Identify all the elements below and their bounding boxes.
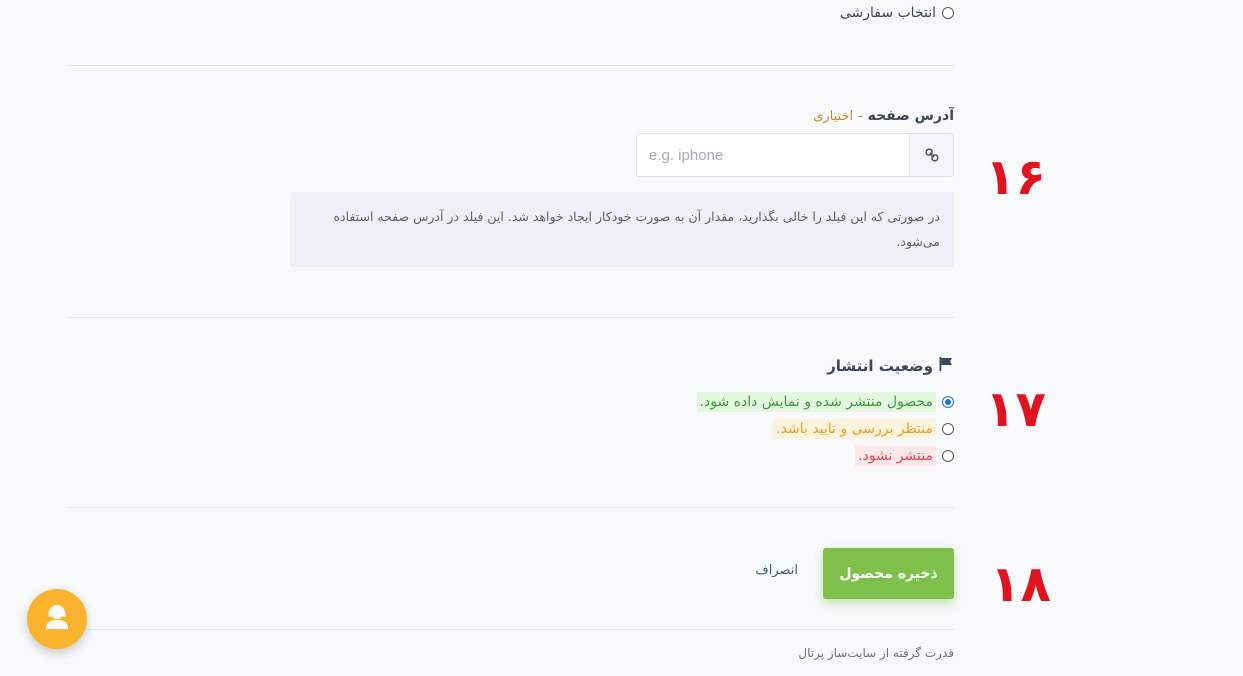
divider <box>67 65 954 66</box>
publish-option-label: منتظر بررسی و تایید باشد. <box>773 418 936 439</box>
publish-status-title: وضعیت انتشار <box>827 357 954 375</box>
publish-option-label: محصول منتشر شده و نمایش داده شود. <box>696 391 936 412</box>
publish-status-options: محصول منتشر شده و نمایش داده شود. منتظر … <box>696 388 954 469</box>
slug-help-text: در صورتی که این فیلد را خالی بگذارید، مق… <box>290 192 954 267</box>
save-product-button[interactable]: ذخیره محصول <box>823 548 954 599</box>
support-agent-icon <box>42 602 72 636</box>
cancel-link[interactable]: انصراف <box>755 563 798 578</box>
product-form-page: انتخاب سفارشی آدرس صفحه - اختیاری در صو <box>0 0 1243 676</box>
annotation-17: ۱۷ <box>985 380 1047 438</box>
publish-option-radio[interactable] <box>942 422 954 435</box>
custom-selection-option[interactable]: انتخاب سفارشی <box>840 5 954 21</box>
slug-label: آدرس صفحه - اختیاری <box>813 108 954 124</box>
slug-label-text: آدرس صفحه <box>867 108 954 124</box>
flag-icon <box>939 357 954 375</box>
publish-option-radio[interactable] <box>942 449 954 462</box>
custom-selection-label: انتخاب سفارشی <box>839 5 936 21</box>
publish-option-published[interactable]: محصول منتشر شده و نمایش داده شود. <box>696 388 954 415</box>
slug-optional-tag: اختیاری <box>813 109 854 124</box>
annotation-18: ۱۸ <box>990 555 1052 613</box>
divider <box>67 629 954 630</box>
slug-input-group <box>636 133 954 177</box>
footer-powered-by: قدرت گرفته از سایت‌ساز پرتال <box>798 646 954 660</box>
annotation-16: ۱۶ <box>985 148 1047 206</box>
slug-input[interactable] <box>637 134 909 176</box>
publish-option-unpublished[interactable]: منتشر نشود. <box>697 442 954 469</box>
divider <box>67 507 954 508</box>
publish-status-title-text: وضعیت انتشار <box>827 357 933 375</box>
link-icon <box>909 134 953 176</box>
publish-option-label: منتشر نشود. <box>855 445 936 466</box>
support-chat-button[interactable] <box>27 589 87 649</box>
slug-separator: - <box>858 109 863 124</box>
publish-option-radio[interactable] <box>942 395 954 408</box>
divider <box>67 317 954 318</box>
custom-selection-radio[interactable] <box>942 7 954 19</box>
publish-option-pending[interactable]: منتظر بررسی و تایید باشد. <box>697 415 954 442</box>
